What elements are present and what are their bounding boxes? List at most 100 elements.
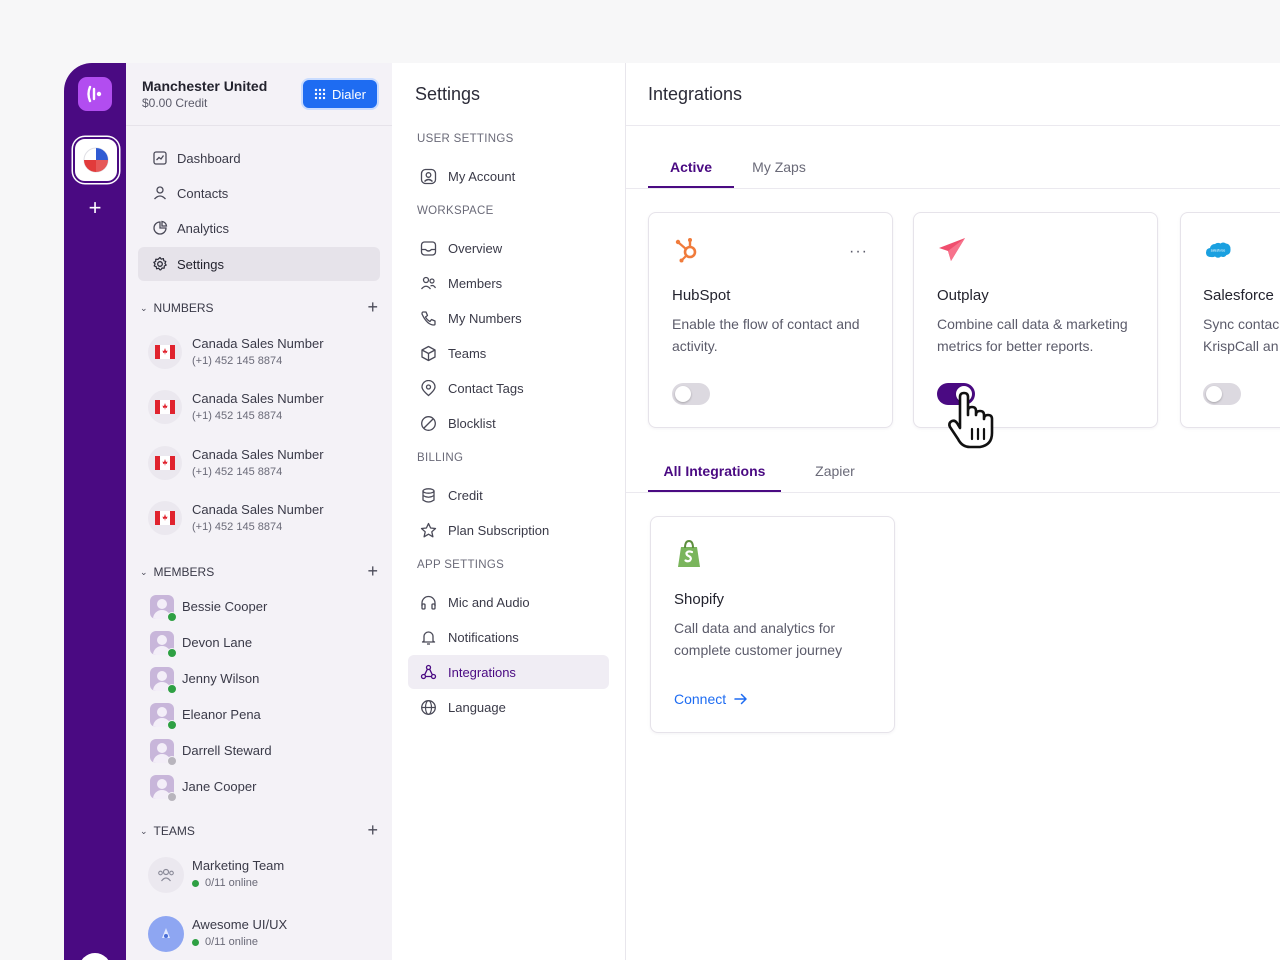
add-number-button[interactable]: +	[367, 297, 378, 318]
member-item[interactable]: Jenny Wilson	[150, 666, 378, 694]
members-section-header[interactable]: ⌄ MEMBERS +	[140, 561, 378, 582]
app-logo[interactable]	[78, 77, 112, 111]
integration-name: HubSpot	[672, 287, 731, 304]
app-window: + Manchester United $0.00 Credit Dialer …	[64, 63, 1280, 960]
globe-icon	[421, 699, 436, 715]
online-count: 0/11 online	[205, 877, 259, 889]
settings-item-label: Blocklist	[448, 415, 496, 431]
inbox-icon	[420, 240, 437, 256]
team-icon	[148, 857, 184, 893]
cube-icon	[421, 345, 436, 361]
connect-button[interactable]: Connect	[674, 691, 748, 707]
settings-item-credit[interactable]: Credit	[408, 478, 609, 512]
hand-cursor-icon	[948, 391, 994, 449]
settings-item-my-account[interactable]: My Account	[408, 159, 609, 193]
section-title: NUMBERS	[153, 301, 214, 315]
settings-item-blocklist[interactable]: Blocklist	[408, 406, 609, 440]
settings-menu: Settings USER SETTINGS My Account WORKSP…	[392, 63, 626, 960]
dialer-button[interactable]: Dialer	[303, 80, 377, 108]
sidebar-item-analytics[interactable]: Analytics	[138, 211, 380, 245]
coins-icon	[422, 487, 435, 503]
sidebar-item-settings[interactable]: Settings	[138, 247, 380, 281]
integration-description: Combine call data & marketing metrics fo…	[937, 316, 1128, 354]
online-status-dot	[167, 684, 177, 694]
settings-item-label: Notifications	[448, 629, 519, 645]
dialpad-icon	[314, 88, 326, 100]
tab-active[interactable]: Active	[648, 148, 734, 188]
settings-item-mic-and-audio[interactable]: Mic and Audio	[408, 585, 609, 619]
add-workspace-button[interactable]: +	[84, 197, 106, 219]
number-item[interactable]: Canada Sales Number (+1) 452 145 8874	[148, 387, 378, 427]
number-phone: (+1) 452 145 8874	[192, 410, 283, 422]
hubspot-logo-icon	[675, 238, 697, 263]
settings-item-integrations[interactable]: Integrations	[408, 655, 609, 689]
settings-item-label: Members	[448, 275, 503, 291]
section-title: TEAMS	[153, 824, 195, 838]
number-item[interactable]: Canada Sales Number (+1) 452 145 8874	[148, 332, 378, 372]
integration-description: Enable the flow of contact and activity.	[672, 316, 860, 354]
settings-item-label: Contact Tags	[448, 380, 524, 396]
sidebar-item-contacts[interactable]: Contacts	[138, 176, 380, 210]
offline-status-dot	[167, 756, 177, 766]
canada-flag-icon	[148, 446, 182, 480]
integration-name: Shopify	[674, 591, 725, 608]
settings-item-overview[interactable]: Overview	[408, 231, 609, 265]
integration-card-salesforce: salesforce Salesforce Sync contac KrispC…	[1180, 212, 1280, 428]
salesforce-toggle[interactable]	[1203, 383, 1241, 405]
hubspot-toggle[interactable]	[672, 383, 710, 405]
online-status-dot	[167, 648, 177, 658]
integration-card-shopify: Shopify Call data and analytics for comp…	[650, 516, 895, 733]
number-item[interactable]: Canada Sales Number (+1) 452 145 8874	[148, 443, 378, 483]
page-title: Integrations	[648, 84, 743, 104]
number-name: Canada Sales Number	[192, 391, 324, 406]
teams-section-header[interactable]: ⌄ TEAMS +	[140, 820, 378, 841]
sidebar: Manchester United $0.00 Credit Dialer Da…	[126, 63, 393, 960]
section-heading: USER SETTINGS	[417, 133, 514, 145]
tab-all-integrations[interactable]: All Integrations	[648, 452, 781, 492]
settings-item-members[interactable]: Members	[408, 266, 609, 300]
section-heading: WORKSPACE	[417, 205, 494, 217]
settings-item-my-numbers[interactable]: My Numbers	[408, 301, 609, 335]
number-phone: (+1) 452 145 8874	[192, 466, 283, 478]
settings-item-label: Plan Subscription	[448, 522, 550, 538]
more-options-icon[interactable]: ···	[849, 243, 868, 261]
add-team-button[interactable]: +	[367, 820, 378, 841]
team-item[interactable]: Marketing Team 0/11 online	[148, 855, 378, 895]
sidebar-item-label: Dashboard	[177, 150, 241, 166]
user-avatar[interactable]	[79, 953, 111, 960]
member-item[interactable]: Devon Lane	[150, 630, 378, 658]
online-status-dot	[167, 720, 177, 730]
team-item[interactable]: Awesome UI/UX 0/11 online	[148, 914, 378, 954]
workspace-rail: +	[64, 63, 126, 960]
sidebar-item-dashboard[interactable]: Dashboard	[138, 141, 380, 175]
workspace-avatar[interactable]	[75, 139, 117, 181]
salesforce-logo-icon: salesforce	[1206, 242, 1231, 258]
settings-item-notifications[interactable]: Notifications	[408, 620, 609, 654]
member-item[interactable]: Jane Cooper	[150, 774, 378, 802]
canada-flag-icon	[148, 501, 182, 535]
online-dot-icon	[192, 938, 199, 946]
tab-my-zaps[interactable]: My Zaps	[742, 148, 816, 186]
online-dot-icon	[192, 879, 199, 887]
member-item[interactable]: Darrell Steward	[150, 738, 378, 766]
number-phone: (+1) 452 145 8874	[192, 521, 283, 533]
analytics-icon	[153, 220, 168, 235]
add-member-button[interactable]: +	[367, 561, 378, 582]
workspace-logo-icon	[83, 147, 109, 173]
section-heading: BILLING	[417, 452, 464, 464]
settings-item-plan-subscription[interactable]: Plan Subscription	[408, 513, 609, 547]
settings-item-language[interactable]: Language	[408, 690, 609, 724]
section-title: MEMBERS	[153, 565, 215, 579]
member-item[interactable]: Bessie Cooper	[150, 594, 378, 622]
tab-zapier[interactable]: Zapier	[792, 452, 878, 490]
tag-icon	[421, 379, 436, 396]
all-integrations-tabs: All Integrations Zapier	[626, 452, 1280, 493]
divider	[626, 125, 1280, 126]
numbers-section-header[interactable]: ⌄ NUMBERS +	[140, 297, 378, 318]
number-item[interactable]: Canada Sales Number (+1) 452 145 8874	[148, 498, 378, 538]
phone-icon	[421, 310, 436, 326]
member-item[interactable]: Eleanor Pena	[150, 702, 378, 730]
settings-item-teams[interactable]: Teams	[408, 336, 609, 370]
settings-item-label: My Account	[448, 168, 516, 184]
settings-item-contact-tags[interactable]: Contact Tags	[408, 371, 609, 405]
